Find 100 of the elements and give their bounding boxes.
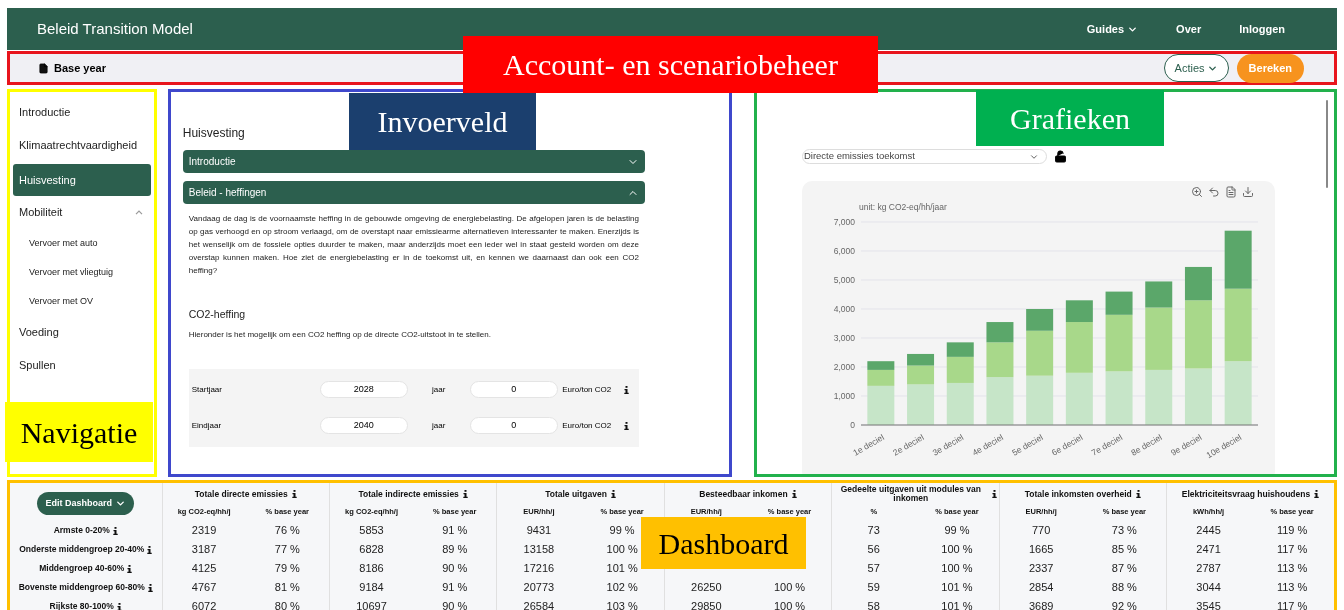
table-cell: 76 % [274,524,300,537]
accordion-header[interactable]: Introductie [182,150,645,173]
unlock-icon[interactable] [1053,150,1067,163]
input-field[interactable]: 0 [469,381,558,399]
axis-tick-label: 7,000 [833,217,855,227]
table-cell: 119 % [1276,524,1308,537]
bar-segment [1184,368,1212,425]
table-cell: 88 % [1111,581,1137,594]
table-cell: 3689 [1028,600,1054,610]
annotation-label: Account- en scenariobeheer [463,36,878,93]
table-cell: 85 % [1111,543,1137,556]
input-field[interactable]: 0 [469,417,558,435]
table-cell: 26250 [691,581,722,594]
column-title: Gedeelte uitgaven uit modules van inkomen [839,485,982,503]
info-icon[interactable] [991,490,997,498]
table-cell: 2445 [1196,524,1221,537]
info-icon[interactable] [610,490,616,498]
table-cell: 59 [867,581,880,594]
axis-tick-label: 6,000 [833,246,855,256]
annotation-label: Navigatie [5,402,153,462]
nav-subitem[interactable]: Vervoer met auto [13,229,151,258]
row-label: Bovenste middengroep 60-80% [18,583,145,592]
info-icon[interactable] [112,526,118,535]
info-icon[interactable] [791,490,797,498]
table-cell: 113 % [1276,581,1308,594]
table-cell: 91 % [442,581,468,594]
annotation-label: Dashboard [641,517,806,569]
info-icon[interactable] [147,545,153,554]
nav-subitem[interactable]: Vervoer met vliegtuig [13,258,151,287]
nav-item[interactable]: Mobiliteit [13,196,151,229]
unit-label: Euro/ton CO2 [561,420,613,433]
nav-item[interactable]: Klimaatrechtvaardigheid [13,129,151,162]
bar-segment [1145,369,1173,425]
edit-dashboard-button[interactable]: Edit Dashboard [37,492,134,516]
nav-link[interactable]: Over [1176,20,1202,38]
table-cell: 73 [867,524,880,537]
table-cell: 10697 [356,600,387,610]
accordion-header[interactable]: Beleid - heffingen [182,181,645,204]
table-cell: 87 % [1111,562,1137,575]
column-title: Besteedbaar inkomen [699,489,788,499]
table-cell: 56 [867,543,880,556]
table-cell: 5853 [359,524,384,537]
info-icon[interactable] [462,490,468,498]
bar-segment [986,377,1014,425]
table-cell: 1665 [1028,543,1054,556]
nav-item[interactable]: Voeding [13,316,151,349]
axis-tick-label: 1,000 [833,391,855,401]
input-field[interactable]: 2028 [319,381,408,399]
actions-button[interactable]: Acties [1163,54,1229,82]
info-icon[interactable] [623,385,629,394]
table-cell: 100 % [941,562,973,575]
undo-icon[interactable] [1207,186,1220,198]
table-cell: 80 % [274,600,300,610]
unit-label: unit: kg CO2-eq/hh/jaar [858,202,947,212]
input-field[interactable]: 2040 [319,417,408,435]
column-title: Totale indirecte emissies [358,489,459,499]
app-title: Beleid Transition Model [37,18,193,39]
table-cell: 90 % [442,562,468,575]
table-cell: 99 % [609,524,635,537]
table-cell: 57 [867,562,880,575]
info-icon[interactable] [147,583,153,592]
table-cell: 100 % [773,600,806,610]
info-icon[interactable] [116,602,122,610]
document-icon[interactable] [1224,186,1237,198]
bar-segment [1065,372,1093,425]
table-cell: 2337 [1028,562,1054,575]
table-cell: 20773 [523,581,555,594]
table-cell: 58 [867,600,880,610]
nav-item[interactable]: Introductie [13,96,151,129]
table-cell: 2319 [191,524,217,537]
download-icon[interactable] [1241,186,1254,198]
nav-link[interactable]: Guides [1086,20,1139,38]
table-cell: 101 % [941,581,973,594]
axis-tick-label: 4,000 [833,304,855,314]
nav-subitem[interactable]: Vervoer met OV [13,287,151,316]
table-cell: 17216 [523,562,555,575]
table-cell: 9431 [526,524,552,537]
nav-link[interactable]: Inloggen [1239,20,1285,38]
row-label: Middengroep 40-60% [39,564,125,573]
annotation-label: Invoerveld [349,93,536,150]
nav-item[interactable]: Spullen [13,349,151,382]
table-cell: 3044 [1196,581,1221,594]
field-label: Startjaar [191,383,223,396]
info-icon[interactable] [127,564,133,573]
zoom-icon[interactable] [1190,186,1203,198]
info-icon[interactable] [291,490,297,498]
info-icon[interactable] [623,421,629,430]
table-cell: 770 [1031,524,1051,537]
annotation-label: Grafieken [976,90,1164,146]
info-icon[interactable] [1314,490,1320,498]
row-label: Onderste middengroep 20-40% [19,545,145,554]
table-cell: 91 % [442,524,468,537]
table-cell: 92 % [1111,600,1137,610]
info-icon[interactable] [1135,490,1141,498]
table-cell: 81 % [274,581,300,594]
nav-item[interactable]: Huisvesting [13,164,151,196]
column-title: Totale inkomsten overheid [1024,489,1132,499]
row-label: Armste 0-20% [53,526,110,535]
table-cell: 79 % [274,562,300,575]
table-cell: 6072 [191,600,217,610]
